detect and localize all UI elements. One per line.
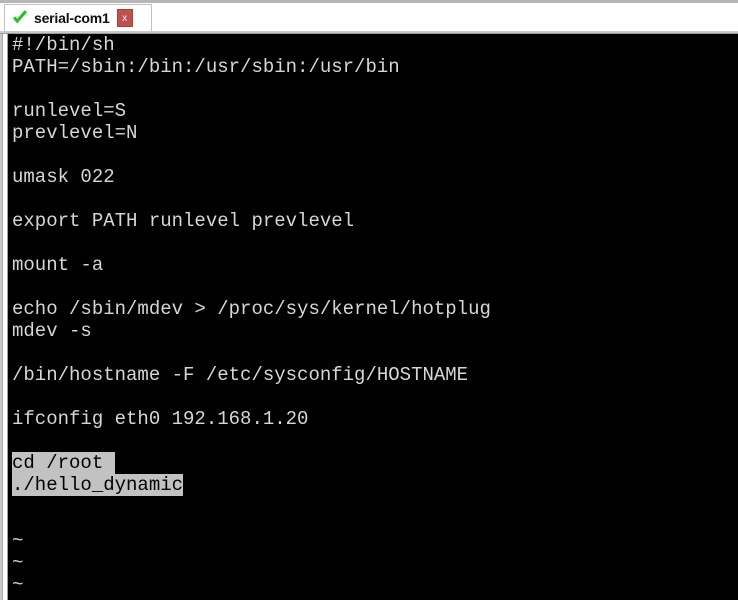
terminal-line: mdev -s — [12, 320, 92, 342]
selected-text: ./hello_dynamic — [12, 474, 184, 496]
terminal-line: runlevel=S — [12, 100, 127, 122]
empty-line-marker: ~ — [12, 596, 23, 600]
empty-line-marker: ~ — [12, 530, 24, 552]
terminal-line: ./hello_dynamic — [12, 474, 491, 496]
terminal-line: umask 022 — [12, 166, 115, 188]
terminal-line: mount -a — [12, 254, 104, 276]
empty-line-marker: ~ — [12, 552, 24, 574]
terminal-line: cd /root — [12, 452, 491, 474]
close-icon[interactable]: x — [116, 9, 133, 27]
tab-label: serial-com1 — [34, 10, 110, 26]
terminal-text: #!/bin/sh PATH=/sbin:/bin:/usr/sbin:/usr/… — [12, 34, 491, 496]
window-left-frame-inner — [0, 34, 3, 600]
terminal-line: PATH=/sbin:/bin:/usr/sbin:/usr/bin — [12, 56, 400, 78]
vim-empty-line-markers: ~~~~ — [12, 530, 23, 600]
empty-line-marker: ~ — [12, 574, 24, 596]
window-left-frame — [0, 34, 8, 600]
terminal-window: serial-com1 x #!/bin/sh PATH=/sbin:/bin:/… — [0, 0, 738, 600]
terminal-line: prevlevel=N — [12, 122, 138, 144]
tab-serial-com1[interactable]: serial-com1 x — [4, 4, 152, 31]
terminal-line: echo /sbin/mdev > /proc/sys/kernel/hotpl… — [12, 298, 491, 320]
terminal-line: #!/bin/sh — [12, 34, 115, 56]
selected-text: cd /root — [12, 452, 115, 474]
terminal-screen[interactable]: #!/bin/sh PATH=/sbin:/bin:/usr/sbin:/usr/… — [8, 34, 738, 600]
terminal-line: ifconfig eth0 192.168.1.20 — [12, 408, 309, 430]
tab-bar: serial-com1 x — [0, 3, 738, 31]
terminal-line: export PATH runlevel prevlevel — [12, 210, 355, 232]
terminal-line: /bin/hostname -F /etc/sysconfig/HOSTNAME — [12, 364, 469, 386]
check-icon — [13, 10, 27, 24]
